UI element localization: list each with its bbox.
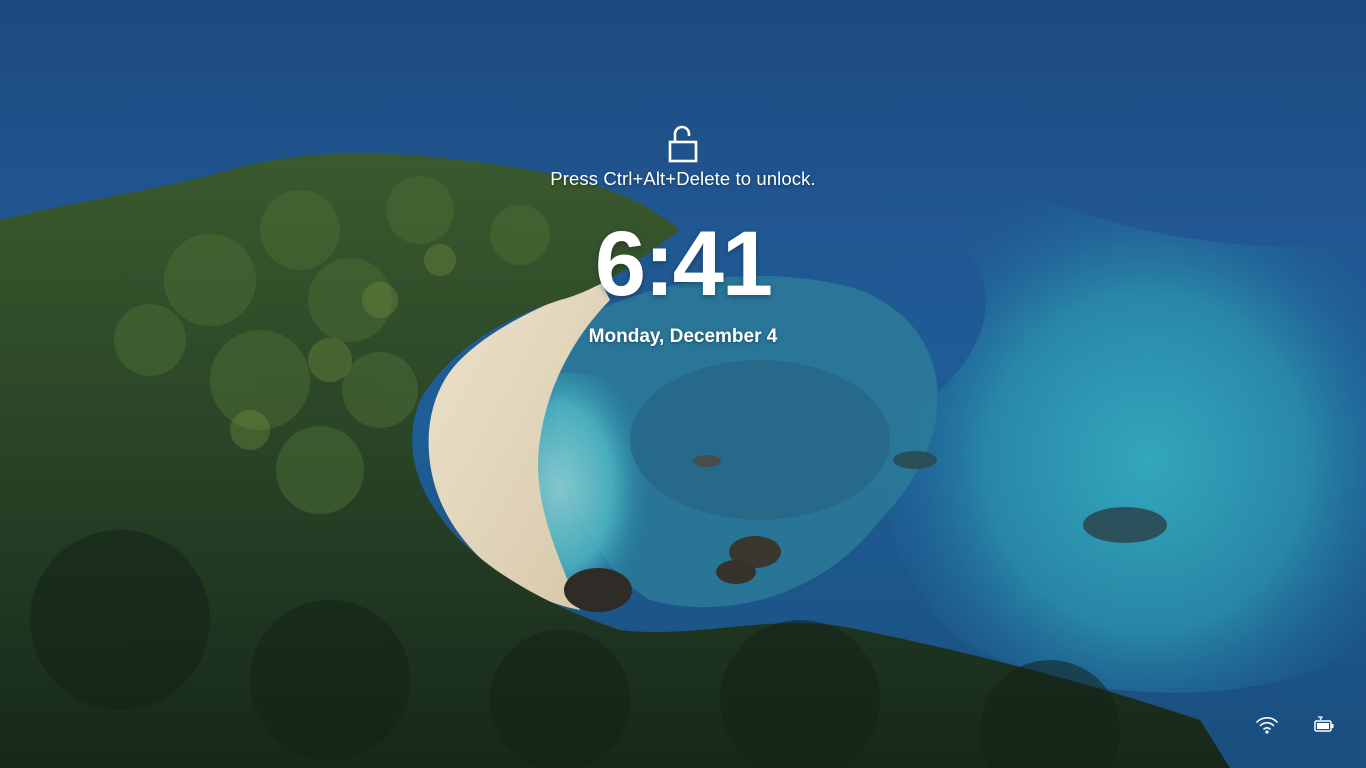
unlock-hint-text: Press Ctrl+Alt+Delete to unlock. (550, 168, 816, 189)
lock-screen-wallpaper (0, 0, 1366, 768)
unlocked-padlock-icon (666, 124, 700, 164)
beach-aerial-image (0, 153, 1366, 768)
battery-charging-icon[interactable] (1312, 715, 1336, 735)
lock-screen-date: Monday, December 4 (588, 326, 778, 347)
lock-screen-clock: 6:41 (594, 213, 773, 315)
wifi-icon[interactable] (1255, 715, 1279, 735)
